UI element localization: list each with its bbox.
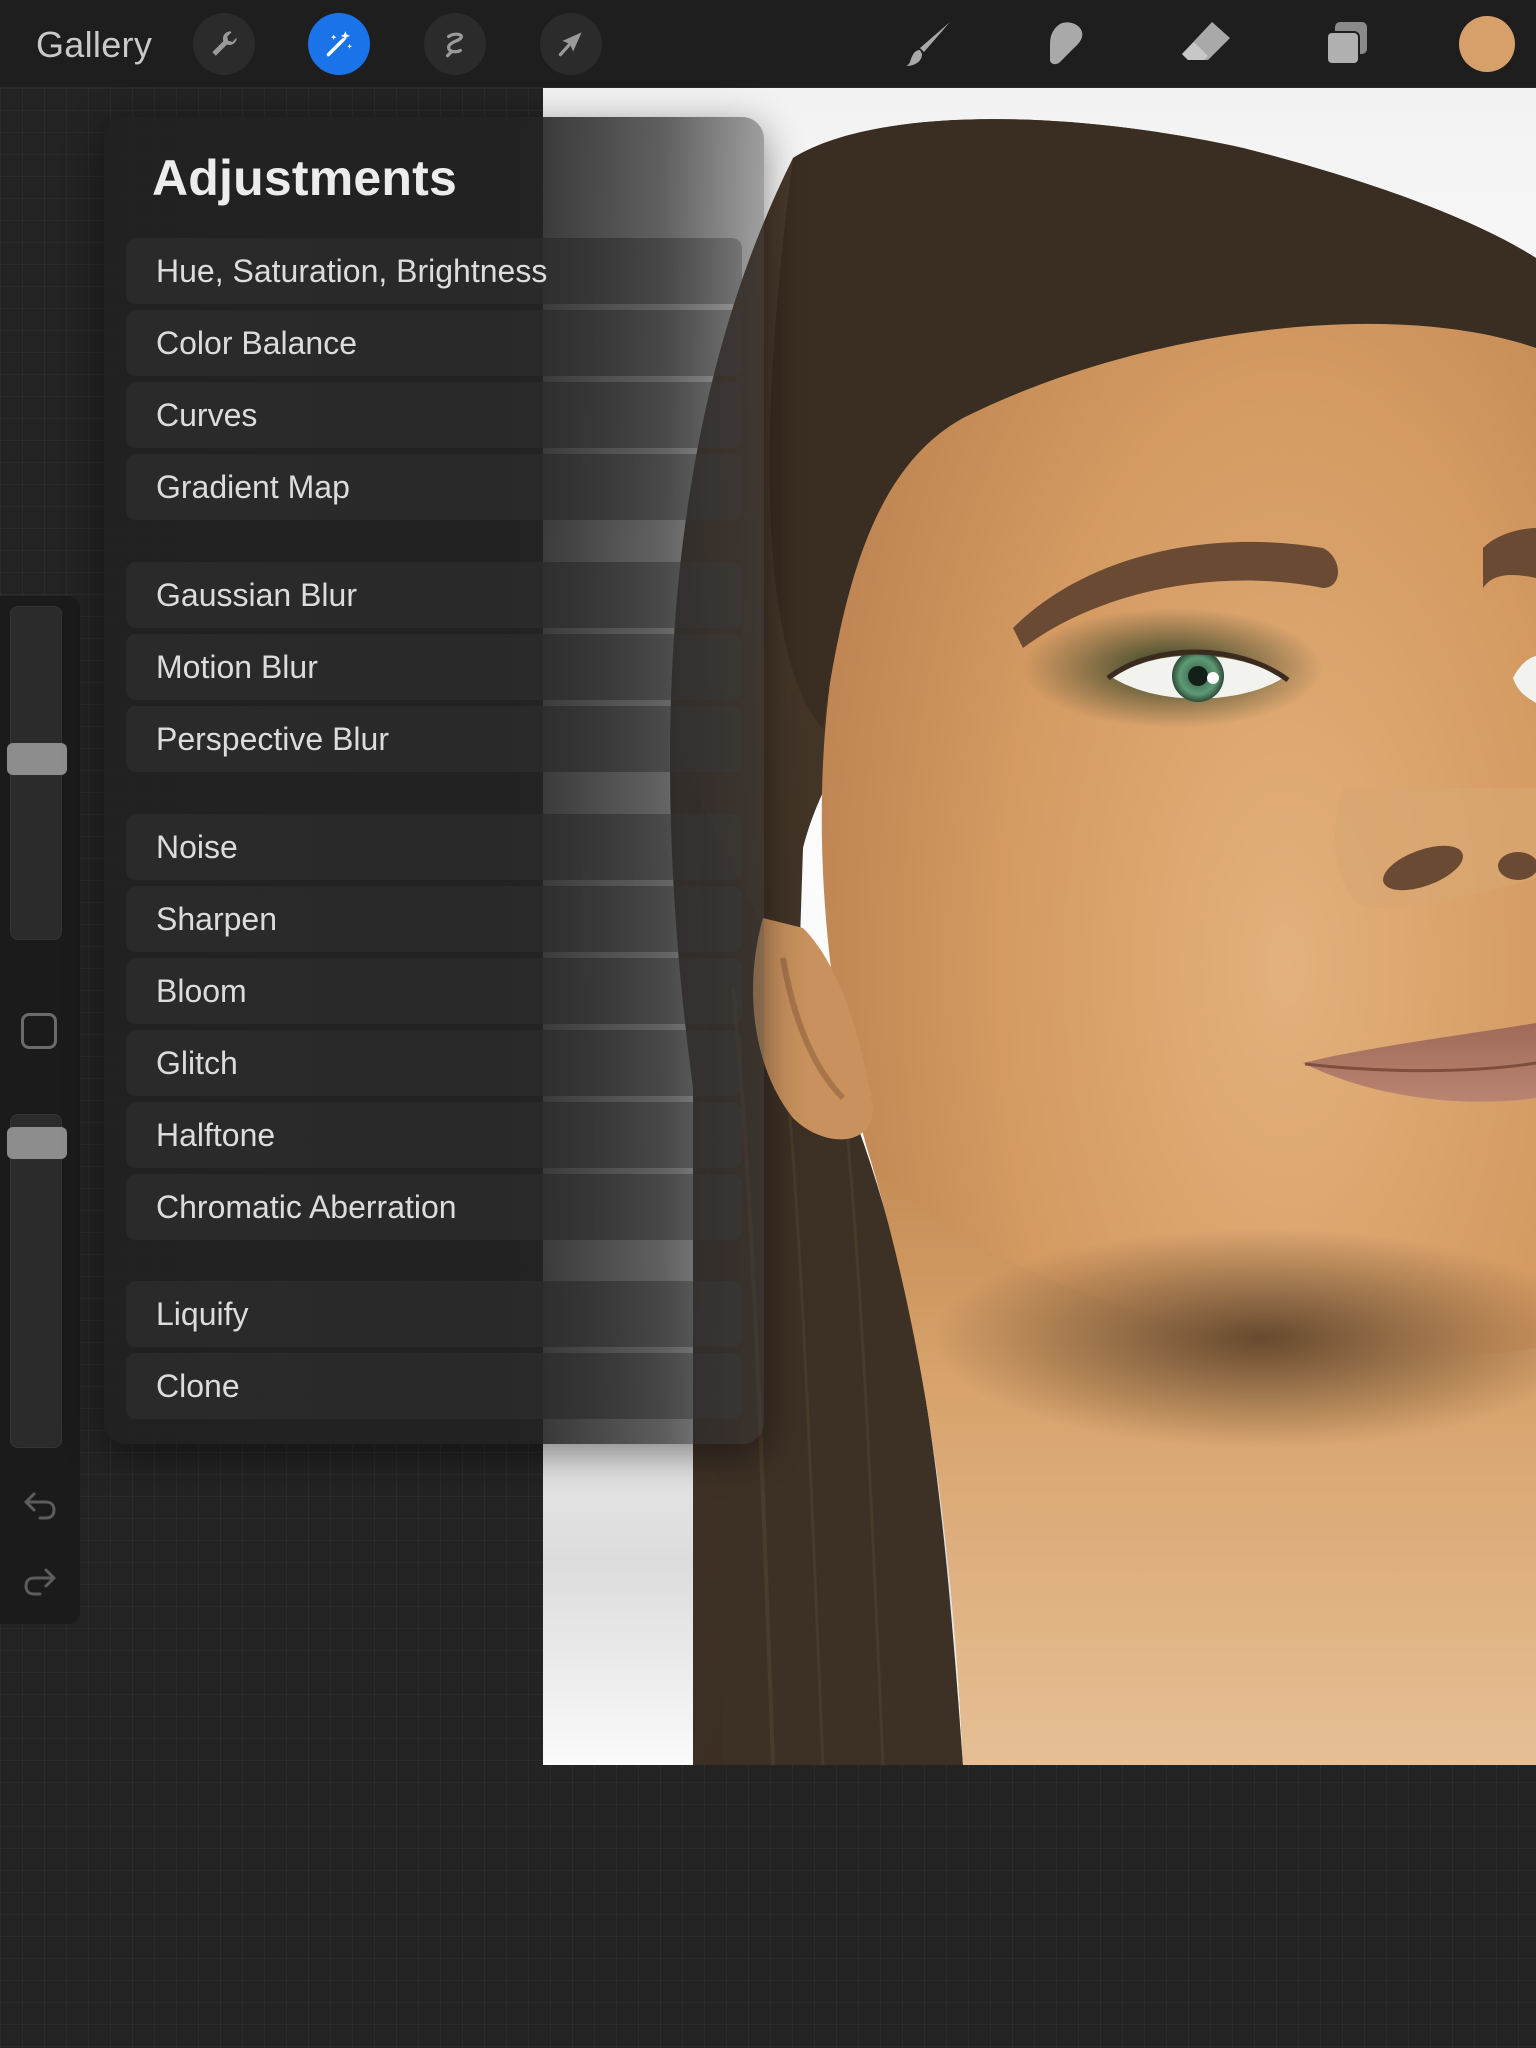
adjustments-title: Adjustments (152, 150, 458, 206)
adjustment-curves[interactable]: Curves (126, 382, 742, 448)
color-picker-swatch[interactable] (1459, 16, 1515, 72)
adjustment-hue-saturation-brightness[interactable]: Hue, Saturation, Brightness (126, 238, 742, 304)
adjustment-sharpen[interactable]: Sharpen (126, 886, 742, 952)
selection-icon[interactable] (424, 13, 486, 75)
opacity-slider[interactable] (7, 1114, 67, 1448)
eraser-icon[interactable] (1176, 14, 1236, 74)
adjustment-perspective-blur[interactable]: Perspective Blur (126, 706, 742, 772)
adjustment-liquify[interactable]: Liquify (126, 1281, 742, 1347)
adjustment-noise[interactable]: Noise (126, 814, 742, 880)
undo-icon[interactable] (20, 1486, 60, 1526)
adjustments-menu: Adjustments Hue, Saturation, Brightness … (104, 117, 764, 1444)
brush-size-thumb[interactable] (7, 743, 67, 775)
modify-square-icon[interactable] (21, 1013, 57, 1049)
side-bar (0, 596, 80, 1624)
adjustment-bloom[interactable]: Bloom (126, 958, 742, 1024)
magic-wand-icon[interactable] (308, 13, 370, 75)
redo-icon[interactable] (20, 1562, 60, 1602)
adjustment-halftone[interactable]: Halftone (126, 1102, 742, 1168)
adjustment-glitch[interactable]: Glitch (126, 1030, 742, 1096)
top-toolbar: Gallery (0, 0, 1536, 88)
adjustment-color-balance[interactable]: Color Balance (126, 310, 742, 376)
gallery-button[interactable]: Gallery (36, 24, 152, 66)
adjustment-clone[interactable]: Clone (126, 1353, 742, 1419)
adjustment-gradient-map[interactable]: Gradient Map (126, 454, 742, 520)
opacity-thumb[interactable] (7, 1127, 67, 1159)
transform-arrow-icon[interactable] (540, 13, 602, 75)
brush-icon[interactable] (898, 14, 958, 74)
brush-size-slider[interactable] (7, 606, 67, 940)
wrench-icon[interactable] (193, 13, 255, 75)
adjustment-motion-blur[interactable]: Motion Blur (126, 634, 742, 700)
layers-icon[interactable] (1317, 14, 1377, 74)
adjustment-chromatic-aberration[interactable]: Chromatic Aberration (126, 1174, 742, 1240)
smudge-icon[interactable] (1036, 14, 1096, 74)
adjustment-gaussian-blur[interactable]: Gaussian Blur (126, 562, 742, 628)
